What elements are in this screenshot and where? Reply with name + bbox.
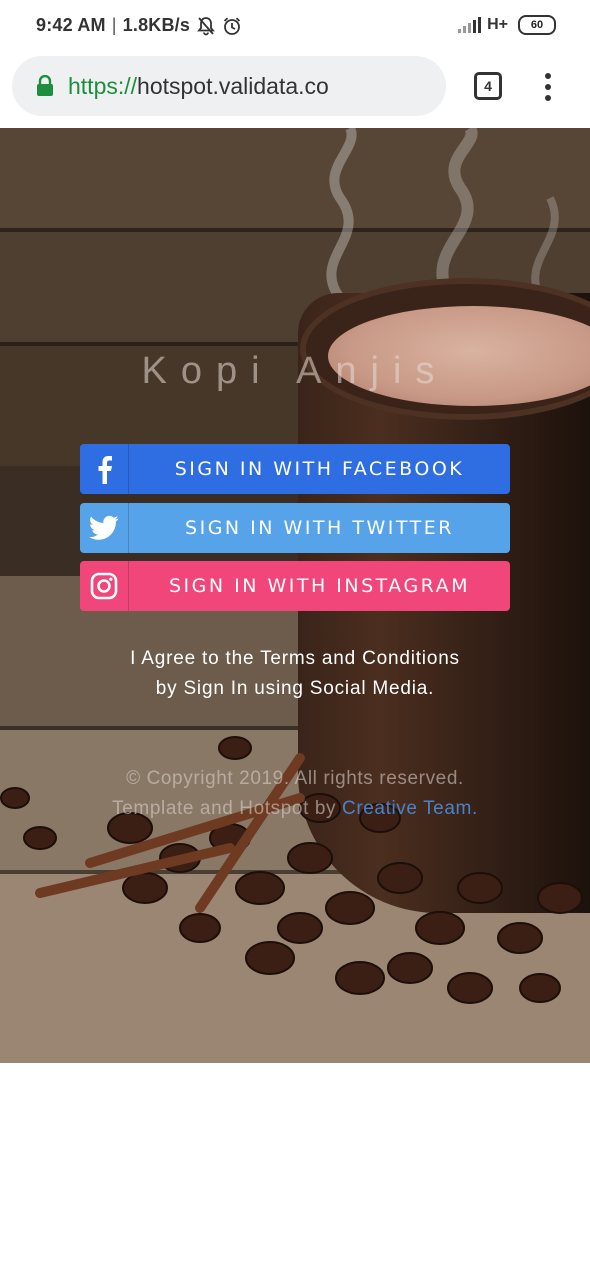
instagram-signin-label: SIGN IN WITH INSTAGRAM bbox=[168, 575, 471, 597]
terms-line-2: by Sign In using Social Media. bbox=[155, 678, 435, 699]
credit-line: Template and Hotspot by Creative Team. bbox=[0, 794, 590, 824]
copyright-line: © Copyright 2019. All rights reserved. bbox=[126, 768, 464, 789]
twitter-signin-label: SIGN IN WITH TWITTER bbox=[185, 517, 454, 539]
status-left: 9:42 AM | 1.8KB/s bbox=[36, 15, 242, 36]
url-scheme: https:// bbox=[68, 72, 138, 99]
network-type: H+ bbox=[487, 16, 508, 33]
alarm-icon bbox=[222, 16, 242, 36]
status-bar: 9:42 AM | 1.8KB/s H+ 60 bbox=[0, 0, 590, 56]
signal-icon bbox=[458, 17, 482, 33]
address-bar[interactable]: https://hotspot.validata.co bbox=[12, 56, 446, 116]
browser-toolbar: https://hotspot.validata.co 4 bbox=[0, 56, 590, 128]
copyright-footer: © Copyright 2019. All rights reserved. T… bbox=[0, 764, 590, 824]
hero-background: Kopi Anjis SIGN IN WITH FACEBOOK SIGN IN… bbox=[0, 128, 590, 1063]
status-time: 9:42 AM bbox=[36, 15, 106, 35]
coffee-beans-image bbox=[0, 736, 583, 1004]
twitter-signin-button[interactable]: SIGN IN WITH TWITTER bbox=[80, 503, 510, 553]
status-right: H+ 60 bbox=[458, 15, 556, 35]
tabs-button[interactable]: 4 bbox=[474, 72, 502, 100]
credit-prefix: Template and Hotspot by bbox=[112, 798, 342, 819]
menu-icon[interactable] bbox=[542, 73, 554, 101]
terms-agreement-text: I Agree to the Terms and Conditions by S… bbox=[0, 644, 590, 704]
blank-area bbox=[0, 1063, 590, 1280]
url-host: hotspot.validata.co bbox=[137, 72, 329, 99]
facebook-signin-button[interactable]: SIGN IN WITH FACEBOOK bbox=[80, 444, 510, 494]
instagram-signin-button[interactable]: SIGN IN WITH INSTAGRAM bbox=[80, 561, 510, 611]
lock-icon bbox=[37, 75, 53, 96]
facebook-signin-label: SIGN IN WITH FACEBOOK bbox=[174, 458, 465, 480]
terms-line-1: I Agree to the Terms and Conditions bbox=[130, 648, 460, 669]
status-speed: 1.8KB/s bbox=[122, 15, 191, 35]
status-separator: | bbox=[111, 15, 117, 35]
instagram-icon bbox=[80, 561, 129, 611]
creative-team-link[interactable]: Creative Team bbox=[342, 798, 472, 819]
bell-off-icon bbox=[196, 16, 216, 36]
credit-suffix: . bbox=[471, 798, 478, 819]
url-text[interactable]: https://hotspot.validata.co bbox=[68, 73, 329, 100]
facebook-icon bbox=[80, 444, 129, 494]
battery-icon: 60 bbox=[518, 15, 556, 35]
twitter-icon bbox=[80, 503, 129, 553]
brand-title: Kopi Anjis bbox=[141, 350, 449, 392]
